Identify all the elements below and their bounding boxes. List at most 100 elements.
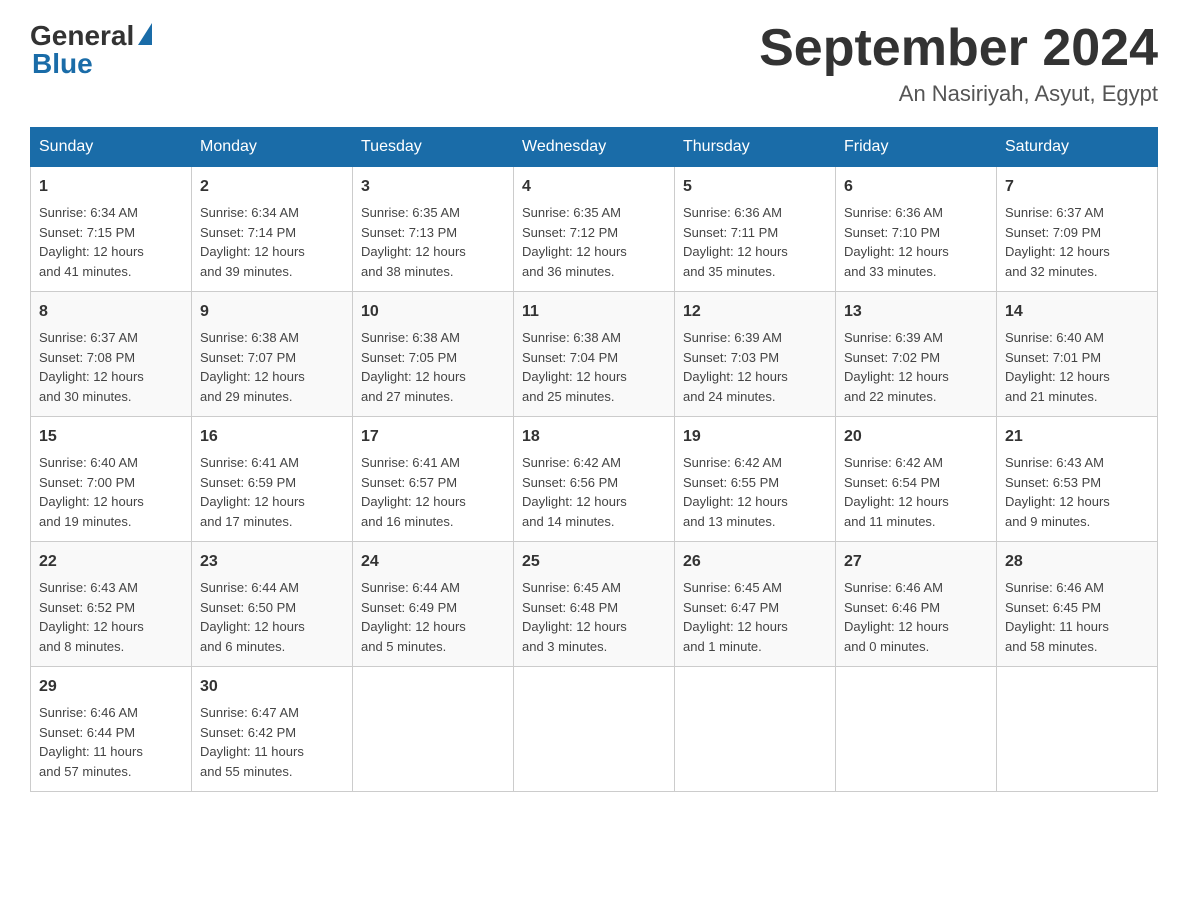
day-number: 25 — [522, 550, 666, 574]
header-cell-saturday: Saturday — [997, 128, 1158, 167]
day-number: 26 — [683, 550, 827, 574]
calendar-cell: 7 Sunrise: 6:37 AMSunset: 7:09 PMDaylight… — [997, 167, 1158, 292]
day-info: Sunrise: 6:42 AMSunset: 6:55 PMDaylight:… — [683, 453, 827, 531]
day-number: 2 — [200, 175, 344, 199]
day-info: Sunrise: 6:37 AMSunset: 7:08 PMDaylight:… — [39, 328, 183, 406]
calendar-cell: 28 Sunrise: 6:46 AMSunset: 6:45 PMDayligh… — [997, 542, 1158, 667]
day-info: Sunrise: 6:37 AMSunset: 7:09 PMDaylight:… — [1005, 203, 1149, 281]
day-number: 24 — [361, 550, 505, 574]
day-info: Sunrise: 6:35 AMSunset: 7:12 PMDaylight:… — [522, 203, 666, 281]
header-cell-tuesday: Tuesday — [353, 128, 514, 167]
day-number: 10 — [361, 300, 505, 324]
day-info: Sunrise: 6:39 AMSunset: 7:03 PMDaylight:… — [683, 328, 827, 406]
day-number: 18 — [522, 425, 666, 449]
day-info: Sunrise: 6:44 AMSunset: 6:49 PMDaylight:… — [361, 578, 505, 656]
calendar-week-row: 1 Sunrise: 6:34 AMSunset: 7:15 PMDaylight… — [31, 167, 1158, 292]
day-info: Sunrise: 6:34 AMSunset: 7:14 PMDaylight:… — [200, 203, 344, 281]
day-info: Sunrise: 6:45 AMSunset: 6:47 PMDaylight:… — [683, 578, 827, 656]
day-info: Sunrise: 6:43 AMSunset: 6:53 PMDaylight:… — [1005, 453, 1149, 531]
day-number: 12 — [683, 300, 827, 324]
day-info: Sunrise: 6:46 AMSunset: 6:45 PMDaylight:… — [1005, 578, 1149, 656]
day-info: Sunrise: 6:43 AMSunset: 6:52 PMDaylight:… — [39, 578, 183, 656]
calendar-cell — [353, 667, 514, 792]
day-info: Sunrise: 6:41 AMSunset: 6:57 PMDaylight:… — [361, 453, 505, 531]
calendar-cell: 11 Sunrise: 6:38 AMSunset: 7:04 PMDayligh… — [514, 292, 675, 417]
day-info: Sunrise: 6:42 AMSunset: 6:56 PMDaylight:… — [522, 453, 666, 531]
day-number: 19 — [683, 425, 827, 449]
calendar-cell: 12 Sunrise: 6:39 AMSunset: 7:03 PMDayligh… — [675, 292, 836, 417]
day-info: Sunrise: 6:44 AMSunset: 6:50 PMDaylight:… — [200, 578, 344, 656]
calendar-cell: 10 Sunrise: 6:38 AMSunset: 7:05 PMDayligh… — [353, 292, 514, 417]
calendar-header-row: SundayMondayTuesdayWednesdayThursdayFrid… — [31, 128, 1158, 167]
calendar-cell: 22Sunrise: 6:43 AMSunset: 6:52 PMDayligh… — [31, 542, 192, 667]
day-number: 16 — [200, 425, 344, 449]
day-number: 29 — [39, 675, 183, 699]
day-info: Sunrise: 6:46 AMSunset: 6:44 PMDaylight:… — [39, 703, 183, 781]
page-header: General Blue September 2024 An Nasiriyah… — [30, 20, 1158, 107]
day-info: Sunrise: 6:34 AMSunset: 7:15 PMDaylight:… — [39, 203, 183, 281]
header-cell-wednesday: Wednesday — [514, 128, 675, 167]
calendar-cell: 5 Sunrise: 6:36 AMSunset: 7:11 PMDaylight… — [675, 167, 836, 292]
title-block: September 2024 An Nasiriyah, Asyut, Egyp… — [759, 20, 1158, 107]
calendar-week-row: 15 Sunrise: 6:40 AMSunset: 7:00 PMDayligh… — [31, 417, 1158, 542]
calendar-week-row: 22Sunrise: 6:43 AMSunset: 6:52 PMDayligh… — [31, 542, 1158, 667]
header-cell-friday: Friday — [836, 128, 997, 167]
calendar-week-row: 8 Sunrise: 6:37 AMSunset: 7:08 PMDaylight… — [31, 292, 1158, 417]
day-number: 9 — [200, 300, 344, 324]
day-info: Sunrise: 6:36 AMSunset: 7:10 PMDaylight:… — [844, 203, 988, 281]
calendar-cell: 4 Sunrise: 6:35 AMSunset: 7:12 PMDaylight… — [514, 167, 675, 292]
calendar-cell: 2 Sunrise: 6:34 AMSunset: 7:14 PMDaylight… — [192, 167, 353, 292]
calendar-cell: 9 Sunrise: 6:38 AMSunset: 7:07 PMDaylight… — [192, 292, 353, 417]
calendar-cell: 13 Sunrise: 6:39 AMSunset: 7:02 PMDayligh… — [836, 292, 997, 417]
calendar-cell: 30 Sunrise: 6:47 AMSunset: 6:42 PMDayligh… — [192, 667, 353, 792]
calendar-title: September 2024 — [759, 20, 1158, 77]
day-number: 30 — [200, 675, 344, 699]
day-number: 3 — [361, 175, 505, 199]
day-info: Sunrise: 6:38 AMSunset: 7:05 PMDaylight:… — [361, 328, 505, 406]
day-number: 17 — [361, 425, 505, 449]
calendar-table: SundayMondayTuesdayWednesdayThursdayFrid… — [30, 127, 1158, 792]
calendar-cell: 3 Sunrise: 6:35 AMSunset: 7:13 PMDaylight… — [353, 167, 514, 292]
calendar-cell: 25 Sunrise: 6:45 AMSunset: 6:48 PMDayligh… — [514, 542, 675, 667]
day-number: 1 — [39, 175, 183, 199]
logo-text-blue: Blue — [32, 48, 93, 80]
header-cell-monday: Monday — [192, 128, 353, 167]
day-info: Sunrise: 6:45 AMSunset: 6:48 PMDaylight:… — [522, 578, 666, 656]
calendar-cell: 18 Sunrise: 6:42 AMSunset: 6:56 PMDayligh… — [514, 417, 675, 542]
day-number: 15 — [39, 425, 183, 449]
day-info: Sunrise: 6:38 AMSunset: 7:04 PMDaylight:… — [522, 328, 666, 406]
calendar-cell — [514, 667, 675, 792]
calendar-cell: 8 Sunrise: 6:37 AMSunset: 7:08 PMDaylight… — [31, 292, 192, 417]
day-info: Sunrise: 6:46 AMSunset: 6:46 PMDaylight:… — [844, 578, 988, 656]
calendar-week-row: 29 Sunrise: 6:46 AMSunset: 6:44 PMDayligh… — [31, 667, 1158, 792]
calendar-cell — [675, 667, 836, 792]
day-info: Sunrise: 6:35 AMSunset: 7:13 PMDaylight:… — [361, 203, 505, 281]
calendar-cell: 29 Sunrise: 6:46 AMSunset: 6:44 PMDayligh… — [31, 667, 192, 792]
calendar-cell: 21Sunrise: 6:43 AMSunset: 6:53 PMDayligh… — [997, 417, 1158, 542]
day-number: 4 — [522, 175, 666, 199]
day-info: Sunrise: 6:47 AMSunset: 6:42 PMDaylight:… — [200, 703, 344, 781]
day-info: Sunrise: 6:38 AMSunset: 7:07 PMDaylight:… — [200, 328, 344, 406]
day-info: Sunrise: 6:40 AMSunset: 7:00 PMDaylight:… — [39, 453, 183, 531]
day-info: Sunrise: 6:42 AMSunset: 6:54 PMDaylight:… — [844, 453, 988, 531]
day-number: 14 — [1005, 300, 1149, 324]
logo-triangle-icon — [138, 23, 152, 45]
calendar-cell: 6Sunrise: 6:36 AMSunset: 7:10 PMDaylight… — [836, 167, 997, 292]
day-number: 8 — [39, 300, 183, 324]
day-number: 5 — [683, 175, 827, 199]
calendar-cell — [836, 667, 997, 792]
day-number: 11 — [522, 300, 666, 324]
day-number: 13 — [844, 300, 988, 324]
day-number: 7 — [1005, 175, 1149, 199]
day-number: 27 — [844, 550, 988, 574]
calendar-cell: 17 Sunrise: 6:41 AMSunset: 6:57 PMDayligh… — [353, 417, 514, 542]
day-info: Sunrise: 6:36 AMSunset: 7:11 PMDaylight:… — [683, 203, 827, 281]
day-info: Sunrise: 6:40 AMSunset: 7:01 PMDaylight:… — [1005, 328, 1149, 406]
header-cell-sunday: Sunday — [31, 128, 192, 167]
calendar-cell: 24 Sunrise: 6:44 AMSunset: 6:49 PMDayligh… — [353, 542, 514, 667]
day-number: 28 — [1005, 550, 1149, 574]
day-number: 23 — [200, 550, 344, 574]
day-info: Sunrise: 6:39 AMSunset: 7:02 PMDaylight:… — [844, 328, 988, 406]
calendar-cell: 16Sunrise: 6:41 AMSunset: 6:59 PMDayligh… — [192, 417, 353, 542]
calendar-cell: 15 Sunrise: 6:40 AMSunset: 7:00 PMDayligh… — [31, 417, 192, 542]
